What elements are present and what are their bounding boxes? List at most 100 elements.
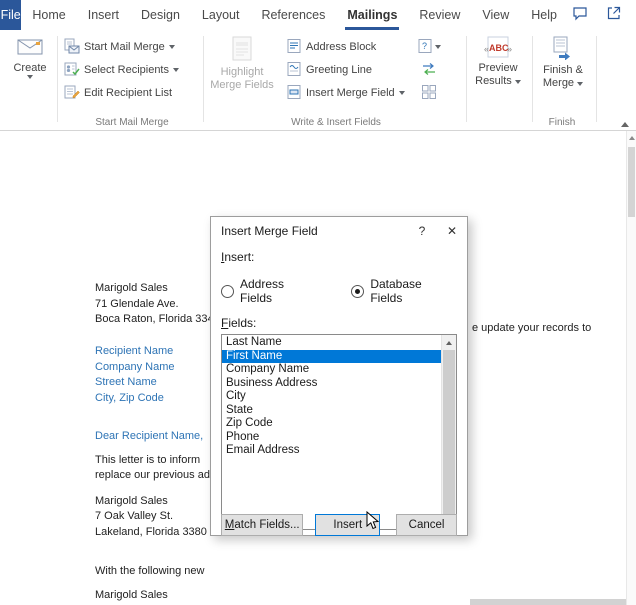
dialog-titlebar[interactable]: Insert Merge Field ? ✕: [211, 217, 467, 245]
list-item[interactable]: Company Name: [222, 363, 441, 377]
share-icon: [606, 5, 622, 26]
vertical-scrollbar[interactable]: [626, 131, 636, 605]
mouse-cursor: [366, 510, 380, 536]
chevron-down-icon: [398, 91, 405, 95]
tab-layout[interactable]: Layout: [191, 0, 251, 30]
highlight-merge-fields-label-2: Merge Fields: [210, 79, 274, 91]
greeting-line-button[interactable]: Greeting Line: [286, 61, 372, 79]
tab-references[interactable]: References: [250, 0, 336, 30]
edit-recipient-list-icon: [64, 84, 80, 103]
svg-text:?: ?: [422, 41, 427, 51]
start-mail-merge-button[interactable]: Start Mail Merge: [64, 38, 175, 56]
listbox-scrollbar[interactable]: [441, 335, 456, 529]
database-fields-radio-label[interactable]: Database Fields: [370, 277, 457, 305]
highlight-merge-fields-button[interactable]: Highlight Merge Fields: [210, 36, 274, 91]
tab-review[interactable]: Review: [408, 0, 471, 30]
comment-icon: [572, 5, 588, 26]
horizontal-scrollbar[interactable]: [470, 599, 626, 605]
highlight-merge-fields-label-1: Highlight: [220, 66, 264, 78]
list-item[interactable]: City: [222, 390, 441, 404]
edit-recipient-list-button[interactable]: Edit Recipient List: [64, 84, 172, 102]
list-item[interactable]: Business Address: [222, 377, 441, 391]
document-body[interactable]: Marigold Sales 71 Glendale Ave. Boca Rat…: [95, 281, 226, 605]
rules-button[interactable]: ?: [417, 37, 441, 57]
doc-line: Marigold Sales: [95, 588, 168, 601]
group-divider: [203, 36, 204, 122]
insert-section-label: Insert:: [221, 250, 255, 264]
tab-file[interactable]: File: [0, 0, 22, 30]
scrollbar-thumb[interactable]: [628, 147, 635, 217]
chevron-down-icon: [514, 80, 521, 84]
chevron-down-icon: [27, 75, 33, 79]
listbox-scroll-up-arrow[interactable]: [442, 335, 456, 350]
finish-merge-label-1: Finish &: [543, 64, 583, 76]
svg-text:ABC: ABC: [489, 43, 509, 53]
database-fields-radio[interactable]: [351, 284, 365, 298]
group-label-write-insert-fields: Write & Insert Fields: [291, 117, 381, 128]
greeting-line-icon: [286, 61, 302, 80]
preview-results-button[interactable]: «ABC» Preview Results: [470, 36, 526, 87]
doc-line: With the following new: [95, 565, 205, 577]
group-divider: [57, 36, 58, 122]
comments-button[interactable]: [568, 4, 592, 26]
list-item[interactable]: Zip Code: [222, 417, 441, 431]
chevron-down-icon: [577, 82, 584, 86]
share-button[interactable]: [602, 4, 626, 26]
list-item[interactable]: Email Address: [222, 444, 441, 458]
match-fields-button[interactable]: [418, 60, 440, 80]
tab-design[interactable]: Design: [130, 0, 191, 30]
doc-line: Lakeland, Florida 3380: [95, 525, 207, 538]
tab-home[interactable]: Home: [21, 0, 76, 30]
chevron-down-icon: [435, 45, 441, 49]
group-label-finish: Finish: [548, 117, 576, 128]
select-recipients-icon: [64, 61, 80, 80]
address-fields-radio-label[interactable]: Address Fields: [240, 277, 319, 305]
insert-merge-field-dialog: Insert Merge Field ? ✕ Insert: Address F…: [210, 216, 468, 536]
address-fields-radio[interactable]: [221, 284, 234, 298]
preview-results-icon: «ABC»: [483, 36, 513, 61]
select-recipients-button[interactable]: Select Recipients: [64, 61, 179, 79]
cancel-button[interactable]: Cancel: [396, 514, 457, 536]
list-item[interactable]: State: [222, 404, 441, 418]
list-item[interactable]: Phone: [222, 431, 441, 445]
doc-line: Marigold Sales: [95, 282, 168, 294]
doc-line: 7 Oak Valley St.: [95, 510, 174, 522]
insert-merge-field-label: Insert Merge Field: [306, 87, 395, 99]
address-block-button[interactable]: Address Block: [286, 38, 376, 56]
finish-merge-button[interactable]: Finish & Merge: [536, 36, 590, 89]
tab-mailings[interactable]: Mailings: [336, 0, 408, 30]
finish-merge-icon: [552, 36, 574, 63]
create-button[interactable]: Create: [6, 36, 54, 79]
doc-line: This letter is to inform: [95, 453, 201, 466]
merge-fields-listbox[interactable]: Last Name First Name Company Name Busine…: [221, 334, 457, 530]
ribbon-tab-bar: File Home Insert Design Layout Reference…: [0, 0, 636, 30]
address-block-icon: [286, 38, 302, 57]
rules-icon: ?: [417, 38, 433, 57]
list-item-selected[interactable]: First Name: [222, 349, 441, 363]
select-recipients-label: Select Recipients: [84, 64, 169, 76]
dialog-body: Insert: Address Fields Database Fields F…: [211, 250, 467, 542]
start-mail-merge-label: Start Mail Merge: [84, 41, 165, 53]
insert-merge-field-button[interactable]: Insert Merge Field: [286, 84, 405, 102]
scroll-up-arrow[interactable]: [627, 131, 636, 144]
tabbar-right-icons: [568, 0, 636, 30]
greeting-line-label: Greeting Line: [306, 64, 373, 76]
tab-insert[interactable]: Insert: [77, 0, 130, 30]
start-mail-merge-icon: [64, 38, 80, 57]
update-labels-button[interactable]: [418, 83, 440, 103]
collapse-ribbon-button[interactable]: [616, 117, 634, 131]
listbox-scrollbar-thumb[interactable]: [443, 350, 455, 514]
dialog-help-button[interactable]: ?: [407, 217, 437, 245]
group-divider: [532, 36, 533, 122]
match-fields-icon: [421, 61, 437, 80]
tab-view[interactable]: View: [471, 0, 520, 30]
doc-line: 71 Glendale Ave.: [95, 297, 179, 310]
match-fields-dialog-button[interactable]: Match Fields...: [221, 514, 304, 536]
finish-merge-label-2: Merge: [543, 77, 584, 89]
fields-section-label: Fields:: [221, 316, 257, 330]
dialog-close-button[interactable]: ✕: [437, 217, 467, 245]
ribbon-mailings: Create Start Mail Merge Select Recipient…: [0, 30, 636, 131]
list-item[interactable]: Last Name: [222, 336, 441, 350]
tab-help[interactable]: Help: [520, 0, 568, 30]
merge-field-line: Recipient Name: [95, 345, 174, 357]
